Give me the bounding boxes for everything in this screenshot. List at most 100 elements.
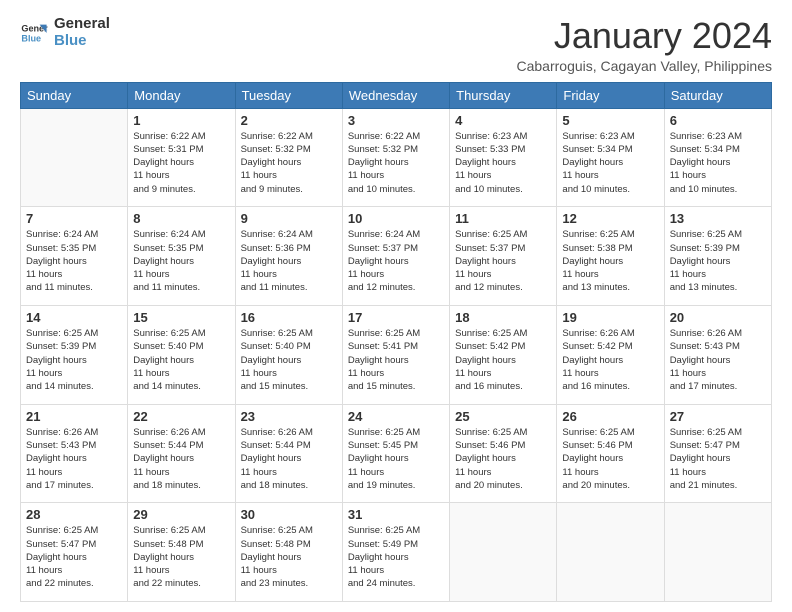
sunset-text: Sunset: 5:38 PM [562, 242, 658, 255]
calendar-cell: 4Sunrise: 6:23 AMSunset: 5:33 PMDaylight… [450, 108, 557, 207]
calendar-subtitle: Cabarroguis, Cagayan Valley, Philippines [516, 58, 772, 74]
daylight-label: Daylight hours [241, 452, 337, 465]
sunrise-text: Sunrise: 6:25 AM [562, 228, 658, 241]
sunrise-text: Sunrise: 6:25 AM [455, 327, 551, 340]
sunset-text: Sunset: 5:35 PM [26, 242, 122, 255]
header-thursday: Thursday [450, 82, 557, 108]
logo-line1: General [54, 16, 110, 33]
day-number: 20 [670, 310, 766, 325]
calendar-cell: 11Sunrise: 6:25 AMSunset: 5:37 PMDayligh… [450, 207, 557, 306]
calendar-cell: 12Sunrise: 6:25 AMSunset: 5:38 PMDayligh… [557, 207, 664, 306]
day-info: Sunrise: 6:25 AMSunset: 5:39 PMDaylight … [26, 327, 122, 393]
sunset-text: Sunset: 5:42 PM [455, 340, 551, 353]
day-number: 30 [241, 507, 337, 522]
daylight-minutes: and 24 minutes. [348, 577, 444, 590]
sunset-text: Sunset: 5:37 PM [348, 242, 444, 255]
day-number: 12 [562, 211, 658, 226]
sunset-text: Sunset: 5:40 PM [241, 340, 337, 353]
day-info: Sunrise: 6:25 AMSunset: 5:39 PMDaylight … [670, 228, 766, 294]
daylight-label: Daylight hours [670, 354, 766, 367]
sunset-text: Sunset: 5:34 PM [670, 143, 766, 156]
day-number: 4 [455, 113, 551, 128]
calendar-header-row: Sunday Monday Tuesday Wednesday Thursday… [21, 82, 772, 108]
daylight-hours: 11 hours [133, 564, 229, 577]
daylight-hours: 11 hours [241, 466, 337, 479]
sunrise-text: Sunrise: 6:24 AM [348, 228, 444, 241]
day-info: Sunrise: 6:25 AMSunset: 5:48 PMDaylight … [241, 524, 337, 590]
daylight-label: Daylight hours [133, 354, 229, 367]
daylight-minutes: and 21 minutes. [670, 479, 766, 492]
day-number: 1 [133, 113, 229, 128]
daylight-hours: 11 hours [562, 367, 658, 380]
day-number: 10 [348, 211, 444, 226]
daylight-hours: 11 hours [670, 466, 766, 479]
calendar-cell: 31Sunrise: 6:25 AMSunset: 5:49 PMDayligh… [342, 503, 449, 602]
calendar-cell [21, 108, 128, 207]
daylight-hours: 11 hours [348, 466, 444, 479]
calendar-table: Sunday Monday Tuesday Wednesday Thursday… [20, 82, 772, 602]
logo-line2: Blue [54, 33, 110, 50]
sunset-text: Sunset: 5:43 PM [670, 340, 766, 353]
calendar-cell: 24Sunrise: 6:25 AMSunset: 5:45 PMDayligh… [342, 404, 449, 503]
sunrise-text: Sunrise: 6:26 AM [241, 426, 337, 439]
day-number: 27 [670, 409, 766, 424]
day-number: 28 [26, 507, 122, 522]
calendar-cell: 23Sunrise: 6:26 AMSunset: 5:44 PMDayligh… [235, 404, 342, 503]
daylight-minutes: and 16 minutes. [455, 380, 551, 393]
sunrise-text: Sunrise: 6:26 AM [562, 327, 658, 340]
daylight-minutes: and 14 minutes. [26, 380, 122, 393]
daylight-label: Daylight hours [241, 551, 337, 564]
calendar-cell: 17Sunrise: 6:25 AMSunset: 5:41 PMDayligh… [342, 305, 449, 404]
daylight-label: Daylight hours [455, 156, 551, 169]
daylight-minutes: and 10 minutes. [348, 183, 444, 196]
sunset-text: Sunset: 5:39 PM [26, 340, 122, 353]
day-info: Sunrise: 6:25 AMSunset: 5:41 PMDaylight … [348, 327, 444, 393]
daylight-minutes: and 22 minutes. [133, 577, 229, 590]
sunrise-text: Sunrise: 6:25 AM [455, 426, 551, 439]
sunset-text: Sunset: 5:44 PM [133, 439, 229, 452]
sunset-text: Sunset: 5:48 PM [133, 538, 229, 551]
daylight-hours: 11 hours [26, 367, 122, 380]
logo: General Blue General Blue [20, 16, 110, 49]
day-info: Sunrise: 6:25 AMSunset: 5:46 PMDaylight … [455, 426, 551, 492]
daylight-minutes: and 9 minutes. [241, 183, 337, 196]
day-number: 25 [455, 409, 551, 424]
calendar-cell: 8Sunrise: 6:24 AMSunset: 5:35 PMDaylight… [128, 207, 235, 306]
day-number: 22 [133, 409, 229, 424]
sunset-text: Sunset: 5:45 PM [348, 439, 444, 452]
sunrise-text: Sunrise: 6:23 AM [562, 130, 658, 143]
day-info: Sunrise: 6:25 AMSunset: 5:37 PMDaylight … [455, 228, 551, 294]
daylight-label: Daylight hours [348, 354, 444, 367]
day-info: Sunrise: 6:25 AMSunset: 5:47 PMDaylight … [26, 524, 122, 590]
calendar-cell: 25 Sunrise: 6:25 AMSunset: 5:46 PMDayligh… [450, 404, 557, 503]
day-info: Sunrise: 6:26 AMSunset: 5:43 PMDaylight … [26, 426, 122, 492]
day-info: Sunrise: 6:22 AMSunset: 5:31 PMDaylight … [133, 130, 229, 196]
daylight-hours: 11 hours [562, 466, 658, 479]
daylight-hours: 11 hours [133, 466, 229, 479]
calendar-cell: 5Sunrise: 6:23 AMSunset: 5:34 PMDaylight… [557, 108, 664, 207]
sunset-text: Sunset: 5:36 PM [241, 242, 337, 255]
calendar-cell: 18Sunrise: 6:25 AMSunset: 5:42 PMDayligh… [450, 305, 557, 404]
calendar-cell: 16Sunrise: 6:25 AMSunset: 5:40 PMDayligh… [235, 305, 342, 404]
day-number: 13 [670, 211, 766, 226]
day-info: Sunrise: 6:26 AMSunset: 5:44 PMDaylight … [133, 426, 229, 492]
calendar-week-3: 21Sunrise: 6:26 AMSunset: 5:43 PMDayligh… [21, 404, 772, 503]
daylight-label: Daylight hours [26, 354, 122, 367]
daylight-label: Daylight hours [348, 156, 444, 169]
day-number: 19 [562, 310, 658, 325]
daylight-label: Daylight hours [670, 452, 766, 465]
daylight-hours: 11 hours [26, 466, 122, 479]
daylight-hours: 11 hours [133, 367, 229, 380]
sunrise-text: Sunrise: 6:25 AM [348, 524, 444, 537]
sunset-text: Sunset: 5:49 PM [348, 538, 444, 551]
sunrise-text: Sunrise: 6:25 AM [670, 228, 766, 241]
sunset-text: Sunset: 5:48 PM [241, 538, 337, 551]
header-tuesday: Tuesday [235, 82, 342, 108]
daylight-minutes: and 12 minutes. [348, 281, 444, 294]
svg-text:Blue: Blue [21, 33, 41, 43]
calendar-cell: 27Sunrise: 6:25 AMSunset: 5:47 PMDayligh… [664, 404, 771, 503]
day-number: 26 [562, 409, 658, 424]
sunrise-text: Sunrise: 6:24 AM [133, 228, 229, 241]
daylight-hours: 11 hours [670, 169, 766, 182]
day-number: 6 [670, 113, 766, 128]
